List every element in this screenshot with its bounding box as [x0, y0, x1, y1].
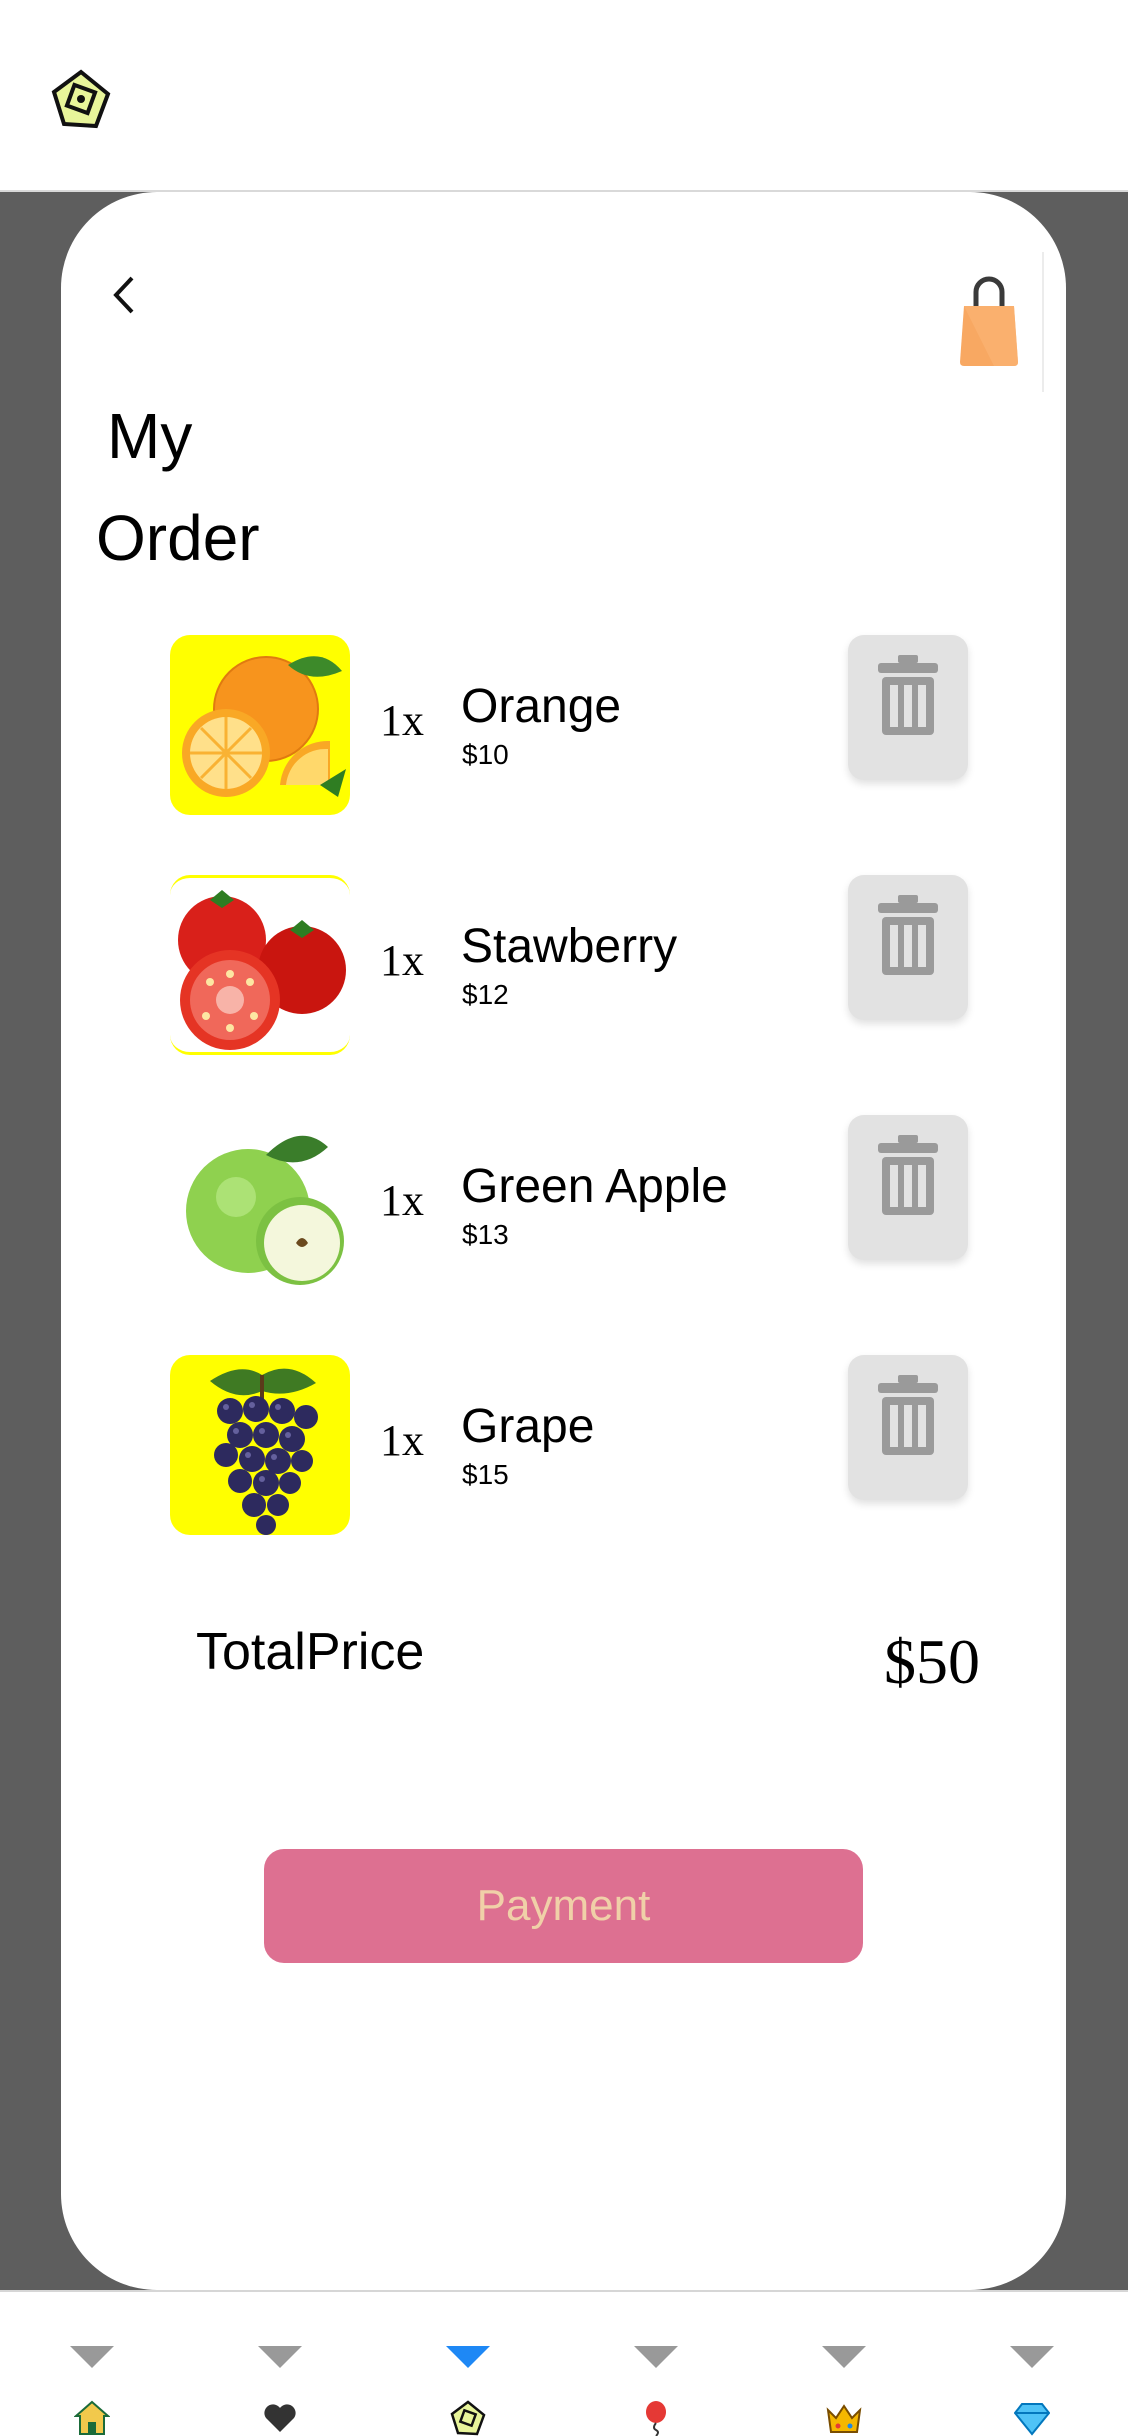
page-title-line-2: Order — [96, 502, 260, 574]
item-name: Stawberry — [461, 920, 678, 973]
delete-item-button[interactable] — [848, 875, 968, 1020]
tab-home[interactable] — [42, 2292, 142, 2436]
item-quantity: 1x — [380, 696, 424, 745]
delete-item-button[interactable] — [848, 635, 968, 780]
delete-item-button[interactable] — [848, 1355, 968, 1500]
item-price: $13 — [462, 1219, 509, 1250]
trash-icon — [878, 1135, 938, 1215]
page-title-line-1: My — [107, 400, 193, 472]
item-quantity: 1x — [380, 1176, 424, 1225]
app-logo-icon — [51, 69, 111, 129]
item-price: $10 — [462, 739, 509, 770]
tab-indicator — [634, 2346, 678, 2368]
item-quantity: 1x — [380, 1416, 424, 1465]
tab-indicator — [822, 2346, 866, 2368]
order-item: 1x Stawberry $12 — [0, 875, 1128, 1055]
crown-icon — [826, 2404, 862, 2433]
payment-button[interactable]: Payment — [264, 1849, 863, 1963]
heart-icon — [264, 2404, 296, 2432]
order-item: 1x Orange $10 — [0, 635, 1128, 815]
item-name: Orange — [461, 680, 622, 733]
tab-crown[interactable] — [794, 2292, 894, 2436]
tab-balloon[interactable] — [606, 2292, 706, 2436]
chevron-left-icon — [113, 276, 134, 314]
item-quantity: 1x — [380, 936, 424, 985]
bottom-tab-bar — [0, 2292, 1128, 2436]
back-button[interactable] — [104, 270, 144, 320]
tomato-image — [170, 875, 350, 1055]
item-price: $12 — [462, 979, 509, 1010]
tab-indicator — [258, 2346, 302, 2368]
item-name: Grape — [461, 1400, 595, 1453]
trash-icon — [878, 895, 938, 975]
delete-item-button[interactable] — [848, 1115, 968, 1260]
total-price-label: TotalPrice — [196, 1623, 425, 1681]
tab-diamond[interactable] — [982, 2292, 1082, 2436]
order-item: 1x Green Apple $13 — [0, 1115, 1128, 1295]
item-price: $15 — [462, 1459, 509, 1490]
tab-favorites[interactable] — [230, 2292, 330, 2436]
house-icon — [74, 2400, 110, 2435]
total-price-value: $50 — [884, 1626, 980, 1697]
cart-button[interactable] — [950, 252, 1044, 392]
green-apple-image — [170, 1115, 350, 1295]
tab-indicator-active — [446, 2346, 490, 2368]
trash-icon — [878, 655, 938, 735]
shopping-bag-icon — [960, 276, 1018, 366]
app-logo-icon — [450, 2400, 486, 2436]
orange-image — [170, 635, 350, 815]
trash-icon — [878, 1375, 938, 1455]
tab-indicator — [1010, 2346, 1054, 2368]
grape-image — [170, 1355, 350, 1535]
balloon-icon — [646, 2401, 666, 2436]
diamond-icon — [1014, 2403, 1050, 2436]
order-item: 1x Grape $15 — [0, 1355, 1128, 1535]
tab-main[interactable] — [418, 2292, 518, 2436]
tab-indicator — [70, 2346, 114, 2368]
top-bar — [0, 0, 1128, 190]
item-name: Green Apple — [461, 1160, 728, 1213]
